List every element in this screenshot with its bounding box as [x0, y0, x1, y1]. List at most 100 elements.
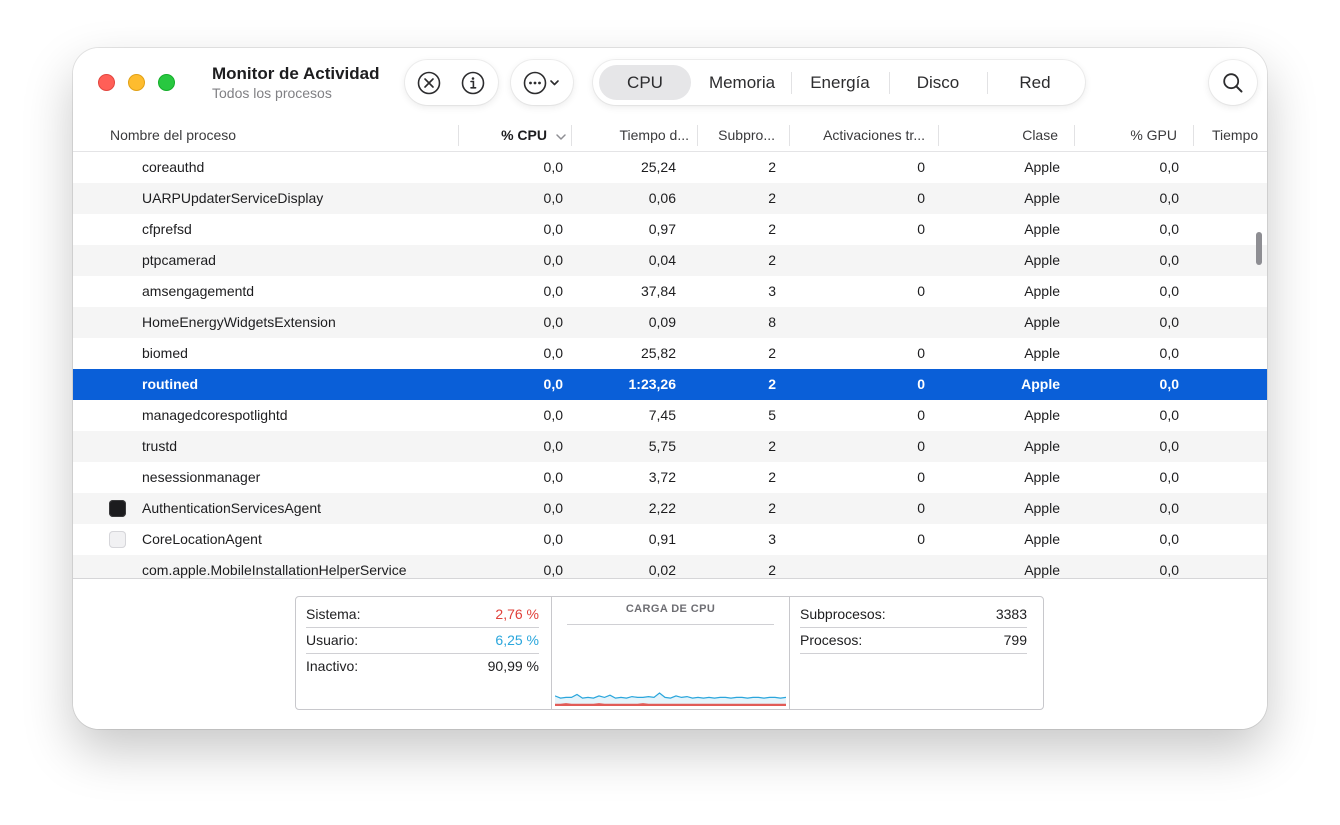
- stop-process-button[interactable]: [416, 70, 442, 96]
- toolbar: Monitor de Actividad Todos los procesos: [73, 48, 1267, 120]
- process-actions-group: [405, 60, 498, 105]
- tab-divider: [791, 72, 792, 94]
- column-header-wakeups[interactable]: Activaciones tr...: [791, 120, 925, 151]
- idle-wakeups: 0: [917, 500, 925, 516]
- stat-subprocesos: Subprocesos: 3383: [800, 601, 1027, 628]
- table-row[interactable]: biomed 0,0 25,82 2 0 Apple 0,0: [73, 338, 1267, 369]
- cpu-percent: 0,0: [543, 469, 563, 485]
- stat-procesos-value: 799: [1003, 632, 1027, 648]
- process-class: Apple: [1024, 500, 1060, 516]
- table-row[interactable]: nesessionmanager 0,0 3,72 2 0 Apple 0,0: [73, 462, 1267, 493]
- gpu-percent: 0,0: [1159, 376, 1179, 392]
- cpu-load-chart: [555, 692, 786, 706]
- stat-usuario: Usuario: 6,25 %: [306, 627, 539, 654]
- process-name: com.apple.MobileInstallationHelperServic…: [142, 562, 407, 578]
- column-divider: [789, 125, 790, 146]
- table-row[interactable]: cfprefsd 0,0 0,97 2 0 Apple 0,0: [73, 214, 1267, 245]
- idle-wakeups: 0: [917, 469, 925, 485]
- column-divider: [1193, 125, 1194, 146]
- table-row[interactable]: AuthenticationServicesAgent 0,0 2,22 2 0…: [73, 493, 1267, 524]
- generic-app-icon: [109, 531, 126, 548]
- process-name: nesessionmanager: [142, 469, 261, 485]
- table-row[interactable]: amsengagementd 0,0 37,84 3 0 Apple 0,0: [73, 276, 1267, 307]
- minimize-window-button[interactable]: [128, 74, 145, 91]
- thread-count: 2: [768, 562, 776, 578]
- stat-procesos-label: Procesos:: [800, 632, 863, 648]
- zoom-window-button[interactable]: [158, 74, 175, 91]
- table-row[interactable]: UARPUpdaterServiceDisplay 0,0 0,06 2 0 A…: [73, 183, 1267, 214]
- idle-wakeups: 0: [917, 407, 925, 423]
- column-header-gpu[interactable]: % GPU: [1077, 120, 1177, 151]
- process-name: UARPUpdaterServiceDisplay: [142, 190, 324, 206]
- thread-count: 3: [768, 531, 776, 547]
- idle-wakeups: 0: [917, 159, 925, 175]
- table-row[interactable]: trustd 0,0 5,75 2 0 Apple 0,0: [73, 431, 1267, 462]
- table-row[interactable]: HomeEnergyWidgetsExtension 0,0 0,09 8 Ap…: [73, 307, 1267, 338]
- stat-procesos: Procesos: 799: [800, 627, 1027, 654]
- cpu-time: 0,06: [648, 190, 676, 206]
- cpu-time: 7,45: [648, 407, 676, 423]
- process-name: AuthenticationServicesAgent: [142, 500, 321, 516]
- xmark-circle-icon: [417, 71, 441, 95]
- cpu-percent: 0,0: [543, 376, 563, 392]
- cpu-percent: 0,0: [543, 221, 563, 237]
- cpu-time: 0,04: [648, 252, 676, 268]
- cpu-time: 25,82: [640, 345, 676, 361]
- process-class: Apple: [1024, 283, 1060, 299]
- table-scrollbar-thumb[interactable]: [1256, 232, 1262, 265]
- more-actions-button[interactable]: [522, 70, 564, 96]
- table-row[interactable]: ptpcamerad 0,0 0,04 2 Apple 0,0: [73, 245, 1267, 276]
- gpu-percent: 0,0: [1159, 252, 1179, 268]
- column-header-threads[interactable]: Subpro...: [699, 120, 775, 151]
- thread-count: 2: [768, 252, 776, 268]
- process-class: Apple: [1024, 314, 1060, 330]
- process-class: Apple: [1024, 531, 1060, 547]
- cpu-percent: 0,0: [543, 159, 563, 175]
- more-actions-group: [511, 60, 573, 105]
- close-window-button[interactable]: [98, 74, 115, 91]
- process-class: Apple: [1024, 438, 1060, 454]
- tab-energia[interactable]: Energía: [794, 65, 886, 100]
- window-subtitle: Todos los procesos: [212, 85, 332, 101]
- stat-usuario-label: Usuario:: [306, 632, 359, 648]
- column-header-gpu-time[interactable]: Tiempo: [1212, 120, 1267, 151]
- gpu-percent: 0,0: [1159, 469, 1179, 485]
- process-name: trustd: [142, 438, 178, 454]
- tab-divider: [889, 72, 890, 94]
- cpu-percent: 0,0: [543, 283, 563, 299]
- cpu-time: 0,09: [648, 314, 676, 330]
- column-divider: [697, 125, 698, 146]
- column-divider: [571, 125, 572, 146]
- column-header-class[interactable]: Clase: [941, 120, 1058, 151]
- stat-sistema-label: Sistema:: [306, 606, 361, 622]
- column-divider: [1074, 125, 1075, 146]
- thread-count: 2: [768, 376, 776, 392]
- idle-wakeups: 0: [917, 376, 925, 392]
- column-header-name[interactable]: Nombre del proceso: [110, 120, 450, 151]
- idle-wakeups: 0: [917, 345, 925, 361]
- idle-wakeups: 0: [917, 190, 925, 206]
- column-header-time[interactable]: Tiempo d...: [573, 120, 689, 151]
- tab-memoria[interactable]: Memoria: [696, 65, 788, 100]
- column-header-cpu[interactable]: % CPU: [461, 120, 547, 151]
- tab-disco[interactable]: Disco: [892, 65, 984, 100]
- cpu-percent: 0,0: [543, 252, 563, 268]
- table-row-selected[interactable]: routined 0,0 1:23,26 2 0 Apple 0,0: [73, 369, 1267, 400]
- inspect-process-button[interactable]: [460, 70, 486, 96]
- sort-descending-chevron-icon: [555, 130, 567, 148]
- tab-cpu[interactable]: CPU: [599, 65, 691, 100]
- cpu-percent: 0,0: [543, 190, 563, 206]
- table-row[interactable]: CoreLocationAgent 0,0 0,91 3 0 Apple 0,0: [73, 524, 1267, 555]
- cpu-time: 0,02: [648, 562, 676, 578]
- process-name: ptpcamerad: [142, 252, 216, 268]
- cpu-percent: 0,0: [543, 407, 563, 423]
- tab-red[interactable]: Red: [990, 65, 1080, 100]
- cpu-percent: 0,0: [543, 314, 563, 330]
- process-class: Apple: [1024, 345, 1060, 361]
- idle-wakeups: 0: [917, 531, 925, 547]
- table-row[interactable]: managedcorespotlightd 0,0 7,45 5 0 Apple…: [73, 400, 1267, 431]
- window-title: Monitor de Actividad: [212, 64, 380, 83]
- table-row[interactable]: com.apple.MobileInstallationHelperServic…: [73, 555, 1267, 578]
- search-button[interactable]: [1209, 60, 1257, 105]
- table-row[interactable]: coreauthd 0,0 25,24 2 0 Apple 0,0: [73, 152, 1267, 183]
